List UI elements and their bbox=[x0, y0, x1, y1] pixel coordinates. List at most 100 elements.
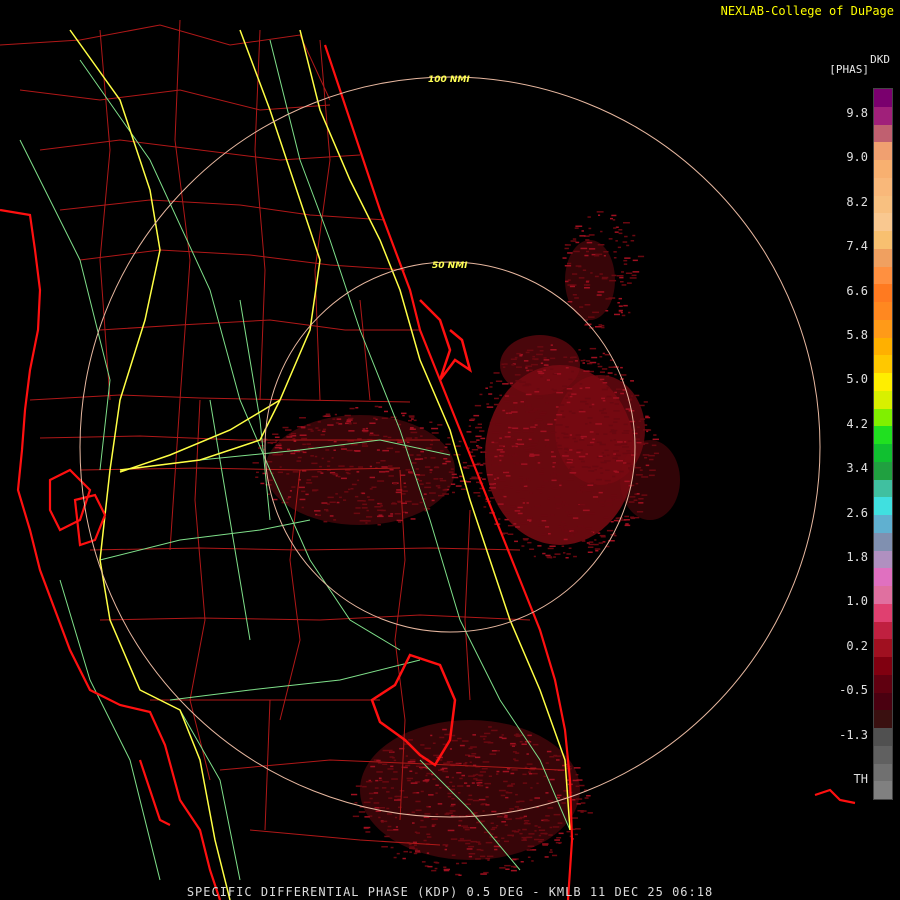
echo-speckle bbox=[343, 499, 347, 501]
echo-speckle bbox=[369, 797, 373, 800]
echo-speckle bbox=[397, 500, 402, 503]
legend-swatch bbox=[874, 142, 892, 160]
echo-speckle bbox=[515, 801, 520, 803]
echo-speckle bbox=[645, 464, 650, 467]
echo-speckle bbox=[282, 426, 289, 429]
echo-speckle bbox=[522, 502, 525, 504]
echo-speckle bbox=[465, 842, 471, 845]
echo-speckle bbox=[589, 347, 597, 350]
echo-speckle bbox=[327, 424, 334, 426]
echo-speckle bbox=[624, 524, 631, 527]
echo-speckle bbox=[589, 441, 595, 444]
echo-speckle bbox=[292, 437, 296, 440]
echo-speckle bbox=[633, 499, 638, 501]
echo-speckle bbox=[529, 548, 535, 550]
echo-speckle bbox=[539, 472, 544, 475]
echo-speckle bbox=[482, 462, 488, 465]
echo-speckle bbox=[653, 452, 659, 455]
echo-speckle bbox=[390, 846, 394, 849]
echo-speckle bbox=[340, 445, 345, 447]
echo-speckle bbox=[504, 363, 508, 365]
echo-speckle bbox=[635, 438, 640, 440]
echo-speckle bbox=[398, 521, 401, 523]
echo-speckle bbox=[572, 294, 577, 296]
echo-speckle bbox=[369, 432, 374, 434]
echo-speckle bbox=[533, 555, 536, 558]
echo-speckle bbox=[301, 490, 306, 493]
echo-speckle bbox=[531, 363, 538, 366]
echo-speckle bbox=[531, 469, 535, 471]
echo-speckle bbox=[606, 454, 610, 457]
legend-tick-label: 8.2 bbox=[846, 194, 868, 209]
echo-speckle bbox=[523, 485, 528, 487]
echo-speckle bbox=[321, 457, 324, 460]
echo-speckle bbox=[536, 388, 540, 390]
echo-speckle bbox=[614, 231, 619, 233]
echo-speckle bbox=[594, 326, 602, 328]
echo-speckle bbox=[614, 499, 622, 501]
echo-speckle bbox=[490, 497, 495, 499]
echo-speckle bbox=[638, 498, 644, 500]
echo-speckle bbox=[490, 822, 494, 824]
echo-speckle bbox=[550, 357, 556, 360]
echo-speckle bbox=[423, 839, 427, 842]
echo-speckle bbox=[581, 466, 589, 468]
echo-speckle bbox=[466, 785, 471, 787]
echo-speckle bbox=[635, 482, 639, 485]
echo-speckle bbox=[490, 382, 493, 384]
echo-speckle bbox=[580, 359, 584, 362]
echo-speckle bbox=[415, 765, 421, 768]
echo-speckle bbox=[468, 794, 473, 797]
echo-speckle bbox=[424, 747, 431, 750]
echo-speckle bbox=[532, 355, 535, 358]
echo-speckle bbox=[483, 871, 489, 874]
echo-speckle bbox=[432, 742, 436, 744]
echo-speckle bbox=[581, 540, 586, 542]
echo-speckle bbox=[579, 383, 583, 385]
echo-speckle bbox=[260, 482, 265, 485]
echo-speckle bbox=[617, 441, 623, 443]
echo-speckle bbox=[322, 430, 326, 433]
echo-speckle bbox=[574, 227, 579, 229]
echo-speckle bbox=[528, 833, 535, 835]
echo-speckle bbox=[584, 304, 591, 306]
echo-speckle bbox=[384, 410, 388, 413]
legend-tick-label: 2.6 bbox=[846, 505, 868, 520]
echo-speckle bbox=[576, 449, 583, 451]
echo-speckle bbox=[577, 504, 584, 507]
product-caption: SPECIFIC DIFFERENTIAL PHASE (KDP) 0.5 DE… bbox=[186, 885, 714, 899]
echo-speckle bbox=[488, 726, 492, 728]
echo-speckle bbox=[613, 439, 616, 441]
echo-speckle bbox=[548, 533, 551, 535]
echo-speckle bbox=[530, 787, 533, 789]
echo-speckle bbox=[468, 853, 476, 855]
echo-speckle bbox=[599, 409, 604, 412]
echo-speckle bbox=[450, 805, 454, 807]
range-ring-label-100: 100 NMI bbox=[428, 75, 470, 85]
echo-speckle bbox=[336, 501, 340, 504]
echo-speckle bbox=[520, 498, 525, 501]
echo-speckle bbox=[262, 472, 267, 475]
echo-speckle bbox=[349, 407, 355, 410]
legend-swatch bbox=[874, 479, 892, 498]
echo-speckle bbox=[331, 457, 334, 459]
echo-speckle bbox=[550, 483, 557, 485]
echo-speckle bbox=[648, 429, 652, 431]
echo-speckle bbox=[287, 496, 292, 498]
echo-speckle bbox=[520, 484, 526, 486]
echo-speckle bbox=[588, 541, 594, 543]
echo-speckle bbox=[571, 370, 574, 373]
echo-speckle bbox=[431, 825, 435, 827]
echo-speckle bbox=[286, 498, 290, 500]
echo-speckle bbox=[499, 736, 503, 739]
echo-speckle bbox=[359, 520, 366, 522]
echo-speckle bbox=[621, 314, 626, 317]
echo-speckle bbox=[455, 485, 462, 487]
echo-speckle bbox=[527, 406, 532, 408]
echo-speckle bbox=[580, 811, 584, 813]
echo-speckle bbox=[605, 310, 609, 312]
echo-speckle bbox=[431, 499, 435, 502]
echo-speckle bbox=[491, 464, 497, 466]
echo-speckle bbox=[415, 848, 418, 850]
echo-speckle bbox=[587, 444, 594, 446]
